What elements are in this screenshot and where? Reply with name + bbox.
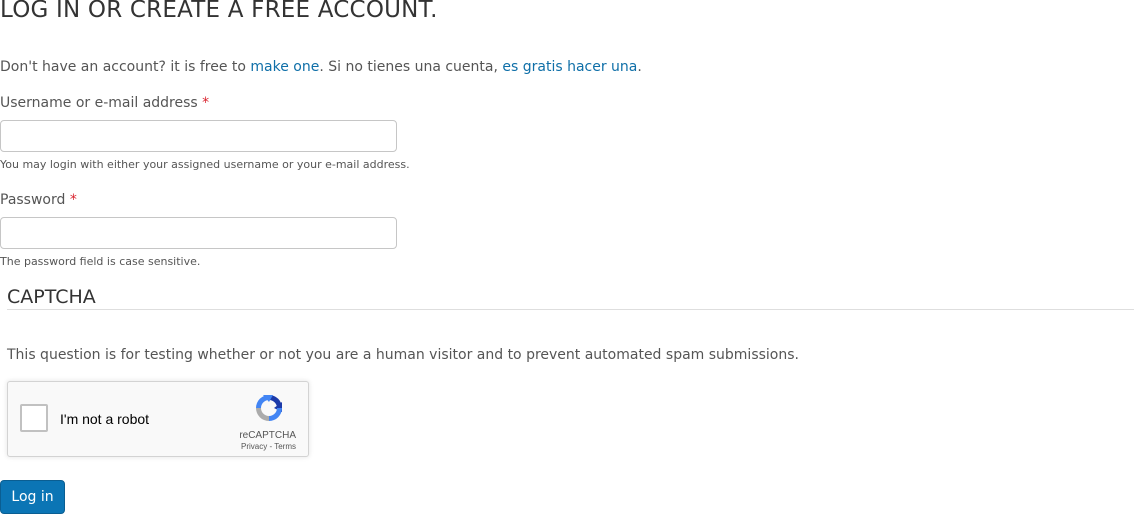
username-required-marker: * (202, 95, 210, 111)
recaptcha-brand: reCAPTCHA (239, 430, 296, 441)
captcha-description: This question is for testing whether or … (7, 347, 799, 363)
recaptcha-logo-icon (256, 395, 282, 421)
login-button[interactable]: Log in (0, 480, 65, 514)
recaptcha-links: Privacy - Terms (241, 442, 296, 451)
intro-text-part-3: . (637, 59, 642, 75)
captcha-divider (7, 309, 1134, 310)
page-title: LOG IN OR CREATE A FREE ACCOUNT. (0, 0, 438, 23)
username-description: You may login with either your assigned … (0, 158, 410, 171)
recaptcha-terms-link[interactable]: Terms (274, 442, 296, 451)
password-required-marker: * (69, 192, 77, 208)
password-label: Password * (0, 192, 77, 208)
intro-text: Don't have an account? it is free to mak… (0, 59, 642, 75)
intro-text-part-1: Don't have an account? it is free to (0, 59, 251, 75)
intro-text-part-2: . Si no tienes una cuenta, (319, 59, 503, 75)
username-input[interactable] (0, 120, 397, 152)
login-page: LOG IN OR CREATE A FREE ACCOUNT. Don't h… (0, 0, 1140, 514)
captcha-legend: CAPTCHA (7, 286, 96, 308)
recaptcha-widget: I'm not a robot reCAPTCHA Privacy - Term… (7, 381, 309, 457)
recaptcha-checkbox-label: I'm not a robot (60, 411, 150, 427)
password-description: The password field is case sensitive. (0, 255, 201, 268)
username-label-text: Username or e-mail address (0, 95, 198, 111)
password-label-text: Password (0, 192, 66, 208)
make-account-link[interactable]: make one (250, 59, 319, 75)
username-label: Username or e-mail address * (0, 95, 209, 111)
recaptcha-privacy-link[interactable]: Privacy (241, 442, 267, 451)
password-input[interactable] (0, 217, 397, 249)
recaptcha-checkbox[interactable] (20, 404, 48, 432)
crear-cuenta-link[interactable]: es gratis hacer una (502, 59, 637, 75)
